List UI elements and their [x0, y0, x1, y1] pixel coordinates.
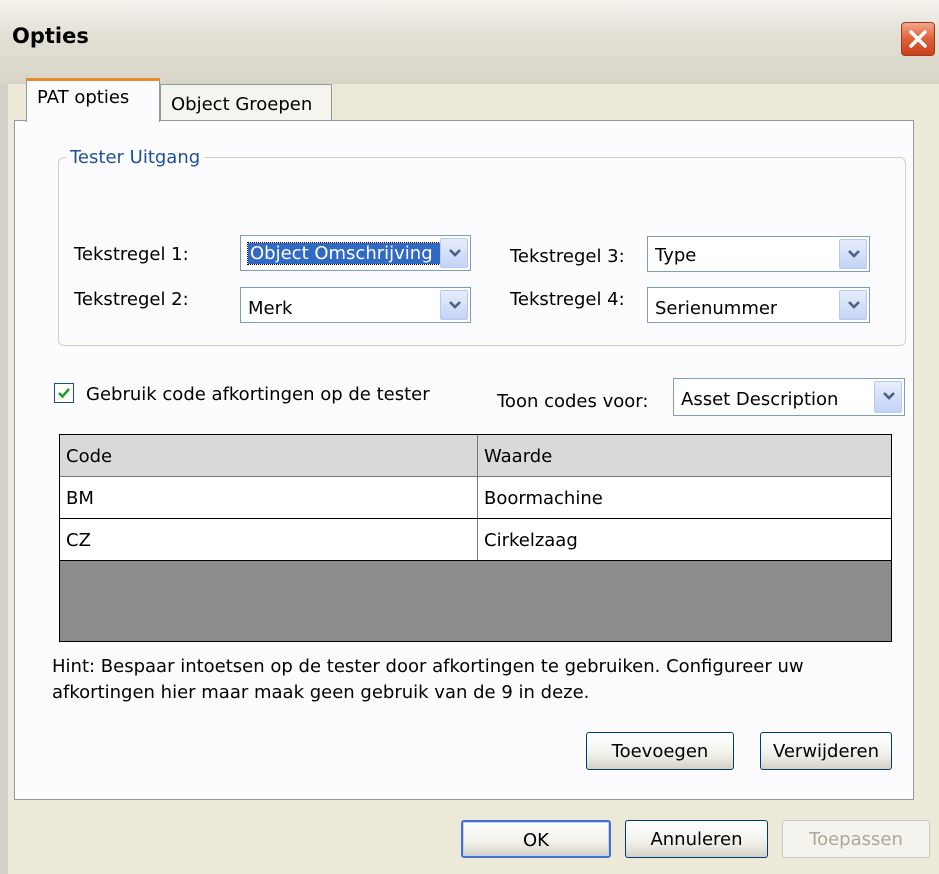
group-title: Tester Uitgang — [66, 147, 205, 168]
tekstregel-4-label: Tekstregel 4: — [510, 289, 625, 310]
tab-pat-opties[interactable]: PAT opties — [26, 78, 160, 122]
options-dialog: Opties PAT opties Object Groepen Tester … — [0, 0, 939, 874]
dropdown-button[interactable] — [839, 290, 867, 320]
add-button[interactable]: Toevoegen — [586, 732, 734, 770]
select-value: Asset Description — [681, 389, 839, 410]
chevron-down-icon — [848, 301, 860, 309]
tab-object-groepen[interactable]: Object Groepen — [160, 84, 332, 122]
cancel-button[interactable]: Annuleren — [625, 820, 768, 858]
dropdown-button[interactable] — [440, 290, 468, 320]
tekstregel-1-select[interactable]: Object Omschrijving — [240, 235, 471, 271]
codes-table: Code Waarde BM Boormachine CZ Cirkelzaag — [59, 434, 892, 642]
table-row[interactable]: BM Boormachine — [60, 477, 891, 519]
tekstregel-2-select[interactable]: Merk — [240, 287, 471, 323]
tab-label: PAT opties — [37, 87, 130, 108]
chevron-down-icon — [449, 249, 461, 257]
select-value: Serienummer — [655, 298, 778, 319]
checkmark-icon — [58, 388, 70, 399]
tekstregel-3-label: Tekstregel 3: — [510, 246, 625, 267]
select-value: Type — [655, 245, 697, 266]
table-cell[interactable]: Cirkelzaag — [478, 519, 891, 560]
chevron-down-icon — [449, 301, 461, 309]
tekstregel-1-label: Tekstregel 1: — [74, 244, 189, 265]
hint-text: Hint: Bespaar intoetsen op de tester doo… — [52, 656, 804, 703]
title-bar[interactable]: Opties — [0, 0, 939, 84]
table-row[interactable]: CZ Cirkelzaag — [60, 519, 891, 561]
select-value: Merk — [248, 298, 293, 319]
dropdown-button[interactable] — [440, 238, 468, 268]
chevron-down-icon — [848, 250, 860, 258]
abbreviations-checkbox[interactable] — [54, 383, 74, 403]
table-header: Code Waarde — [60, 435, 891, 477]
chevron-down-icon — [883, 392, 895, 400]
table-cell[interactable]: Boormachine — [478, 477, 891, 518]
tekstregel-3-select[interactable]: Type — [647, 236, 870, 272]
tekstregel-2-label: Tekstregel 2: — [74, 289, 189, 310]
abbreviations-checkbox-label[interactable]: Gebruik code afkortingen op de tester — [86, 384, 430, 405]
show-codes-select[interactable]: Asset Description — [673, 378, 905, 416]
window-border — [0, 84, 8, 874]
ok-button[interactable]: OK — [461, 820, 611, 858]
remove-button[interactable]: Verwijderen — [760, 732, 892, 770]
table-cell[interactable]: BM — [60, 477, 478, 518]
tab-label: Object Groepen — [171, 94, 313, 115]
dropdown-button[interactable] — [874, 381, 902, 413]
dropdown-button[interactable] — [839, 239, 867, 269]
window-title: Opties — [12, 24, 89, 48]
select-value: Object Omschrijving — [247, 242, 445, 265]
close-icon — [909, 30, 927, 48]
table-cell[interactable]: CZ — [60, 519, 478, 560]
apply-button[interactable]: Toepassen — [782, 820, 930, 858]
column-header-waarde[interactable]: Waarde — [478, 435, 891, 476]
close-button[interactable] — [901, 22, 935, 56]
tekstregel-4-select[interactable]: Serienummer — [647, 287, 870, 323]
show-codes-label: Toon codes voor: — [497, 391, 649, 412]
column-header-code[interactable]: Code — [60, 435, 478, 476]
